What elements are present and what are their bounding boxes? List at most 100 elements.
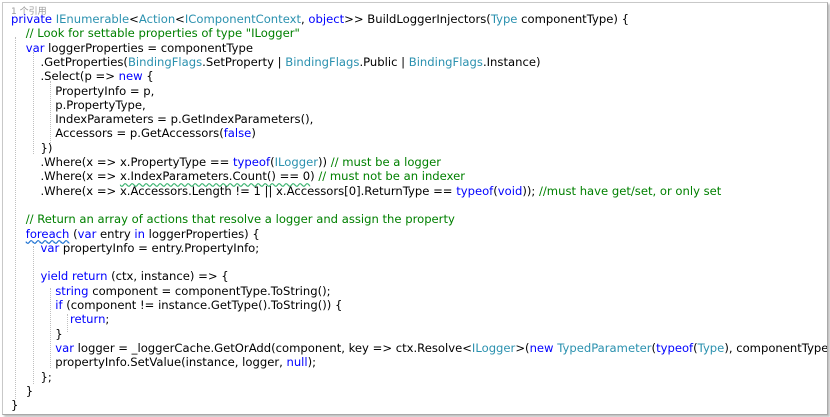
code-token: ; [105,312,110,327]
code-token: ) [251,126,256,141]
code-token: loggerProperties = componentType [44,40,253,55]
code-token: ( [69,226,78,241]
code-token: typeof [456,183,494,198]
code-token: typeof [656,340,694,355]
code-token: .Where(x => [11,169,120,184]
code-token: { [142,69,154,84]
code-token: .GetProperties( [11,54,128,69]
code-token: Accessors = p.GetAccessors( [11,126,224,141]
code-token: // must not be an indexer [318,169,466,184]
code-token: ILogger [274,155,318,169]
code-token: ILogger [471,340,516,355]
code-token: IComponentContext [184,12,302,26]
code-token: entry [96,226,135,241]
code-line: IndexParameters = p.GetIndexParameters()… [11,112,313,127]
code-token: )); [522,183,539,198]
code-token: (component != instance.GetType().ToStrin… [62,298,343,312]
code-token: in [134,226,145,241]
code-token: var [40,240,60,255]
code-token: // Return an array of actions that resol… [25,212,455,227]
code-line: }) [11,141,52,156]
code-token: >> BuildLoggerInjectors( [344,12,491,26]
code-token: (ctx, instance) => { [107,269,229,284]
code-token: // must be a logger [330,155,442,169]
code-line: } [11,384,33,399]
code-token: propertyInfo = entry.PropertyInfo; [59,240,260,255]
code-token: ); [307,355,317,370]
code-token: TypedParameter [557,340,652,355]
code-token: .Select(p => [11,69,119,84]
code-token: BindingFlags [127,54,203,69]
code-token: var [25,40,45,55]
code-token: typeof [232,155,271,169]
code-token: string [55,283,89,298]
code-line: } [11,398,18,413]
code-line: return; [11,312,109,327]
code-token: loggerProperties) { [144,226,260,241]
code-token: >( [515,340,530,355]
code-line: if (component != instance.GetType().ToSt… [11,298,342,313]
code-token: private [11,12,56,26]
code-token: yield [40,269,69,284]
code-token: Action [138,12,176,26]
code-token: logger = _loggerCache.GetOrAdd(component… [73,340,472,355]
code-line: }; [11,370,51,385]
code-line: p.PropertyType, [11,97,146,113]
code-token: .Where(x => x.Accessors.Length != 1 || x… [11,183,457,198]
code-line: foreach (var entry in loggerProperties) … [11,227,260,242]
code-token: propertyInfo.SetValue(instance, logger, [11,355,287,370]
code-token: return [71,269,108,284]
code-line: var logger = _loggerCache.GetOrAdd(compo… [11,340,827,356]
code-token: p.PropertyType, [11,97,146,112]
code-token: foreach [25,226,70,241]
code-token: } [11,398,19,413]
code-token: }) [11,140,53,155]
code-token: Type [490,12,518,26]
code-token: x.IndexParameters.Count() == 0 [119,169,311,184]
code-token: //must have get/set, or only set [538,183,722,198]
code-line: .Select(p => new { [11,69,154,84]
code-token: componentType) { [517,12,629,26]
code-token: PropertyInfo = p, [11,83,155,98]
code-screenshot-frame: 1 个引用 private IEnumerable<Action<ICompone… [2,2,828,415]
code-token: } [11,326,63,341]
code-token: component = componentType.ToString(); [88,283,331,298]
code-token: new [118,69,143,84]
code-token: // Look for settable properties of type … [25,26,300,41]
code-line: propertyInfo.SetValue(instance, logger, … [11,355,316,370]
code-line: .Where(x => x.Accessors.Length != 1 || x… [11,184,721,199]
code-token: IEnumerable [55,12,130,26]
code-line: yield return (ctx, instance) => { [11,269,229,284]
code-token: < [129,12,139,26]
code-token: return [69,312,106,327]
code-token: object [308,12,345,26]
code-token: var [55,340,74,355]
code-line: .GetProperties(BindingFlags.SetProperty … [11,55,540,70]
code-token: null [286,355,308,370]
code-token: < [175,12,185,26]
code-line: // Return an array of actions that resol… [11,212,455,227]
code-line: var loggerProperties = componentType [11,41,253,56]
code-line: .Where(x => x.PropertyType == typeof(ILo… [11,155,441,170]
code-token: .SetProperty | [202,54,286,69]
code-token: .Public | [359,54,409,69]
code-line: .Where(x => x.IndexParameters.Count() ==… [11,169,465,184]
code-line: Accessors = p.GetAccessors(false) [11,126,256,141]
code-token: Type [697,340,725,355]
code-line: string component = componentType.ToStrin… [11,283,331,299]
code-token: false [223,126,252,141]
code-token: .Instance) [482,54,541,69]
code-token: .Where(x => x.PropertyType == [11,155,233,169]
code-token: if [55,298,63,312]
code-token: BindingFlags [408,54,483,69]
code-line: } [11,326,63,342]
code-editor[interactable]: 1 个引用 private IEnumerable<Action<ICompone… [3,3,827,414]
